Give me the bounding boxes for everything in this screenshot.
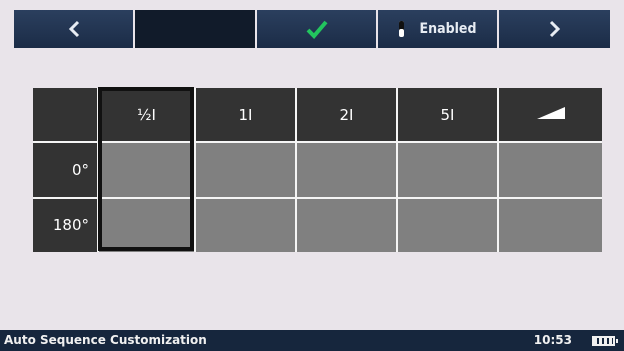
grid-cell[interactable] bbox=[497, 196, 602, 252]
toolbar: Enabled bbox=[0, 0, 624, 58]
column-header-ramp[interactable] bbox=[497, 88, 602, 144]
grid-cell[interactable] bbox=[97, 196, 196, 252]
grid-corner bbox=[33, 88, 99, 144]
grid-header-row: ½I 1I 2I 5I bbox=[33, 88, 602, 144]
toggle-label: Enabled bbox=[419, 21, 477, 37]
chevron-left-icon bbox=[68, 20, 79, 38]
grid-cell[interactable] bbox=[295, 141, 398, 199]
prev-button[interactable] bbox=[14, 10, 133, 48]
grid-cell[interactable] bbox=[194, 196, 297, 252]
sequence-grid: ½I 1I 2I 5I 0° 180° bbox=[33, 88, 602, 252]
confirm-button[interactable] bbox=[257, 10, 376, 48]
blank-button[interactable] bbox=[135, 10, 255, 48]
grid-cell[interactable] bbox=[97, 141, 196, 199]
grid-cell[interactable] bbox=[194, 141, 297, 199]
grid-cell[interactable] bbox=[497, 141, 602, 199]
grid-cell[interactable] bbox=[396, 141, 499, 199]
battery-icon bbox=[592, 336, 618, 346]
grid-cell[interactable] bbox=[396, 196, 499, 252]
checkmark-icon bbox=[306, 20, 328, 39]
grid-row-0: 0° bbox=[33, 141, 602, 199]
column-header-1i[interactable]: 1I bbox=[194, 88, 297, 144]
column-header-2i[interactable]: 2I bbox=[295, 88, 398, 144]
row-label-180: 180° bbox=[33, 196, 99, 252]
next-button[interactable] bbox=[499, 10, 610, 48]
column-header-half-i[interactable]: ½I bbox=[97, 88, 196, 144]
toggle-indicator-icon bbox=[398, 21, 404, 37]
screen-title: Auto Sequence Customization bbox=[4, 333, 207, 347]
row-label-0: 0° bbox=[33, 141, 99, 199]
enabled-toggle[interactable]: Enabled bbox=[378, 10, 497, 48]
grid-cell[interactable] bbox=[295, 196, 398, 252]
status-bar: Auto Sequence Customization 10:53 bbox=[0, 330, 624, 351]
chevron-right-icon bbox=[549, 20, 560, 38]
ramp-icon bbox=[536, 106, 565, 119]
grid-row-180: 180° bbox=[33, 196, 602, 252]
clock: 10:53 bbox=[533, 333, 572, 347]
column-header-5i[interactable]: 5I bbox=[396, 88, 499, 144]
